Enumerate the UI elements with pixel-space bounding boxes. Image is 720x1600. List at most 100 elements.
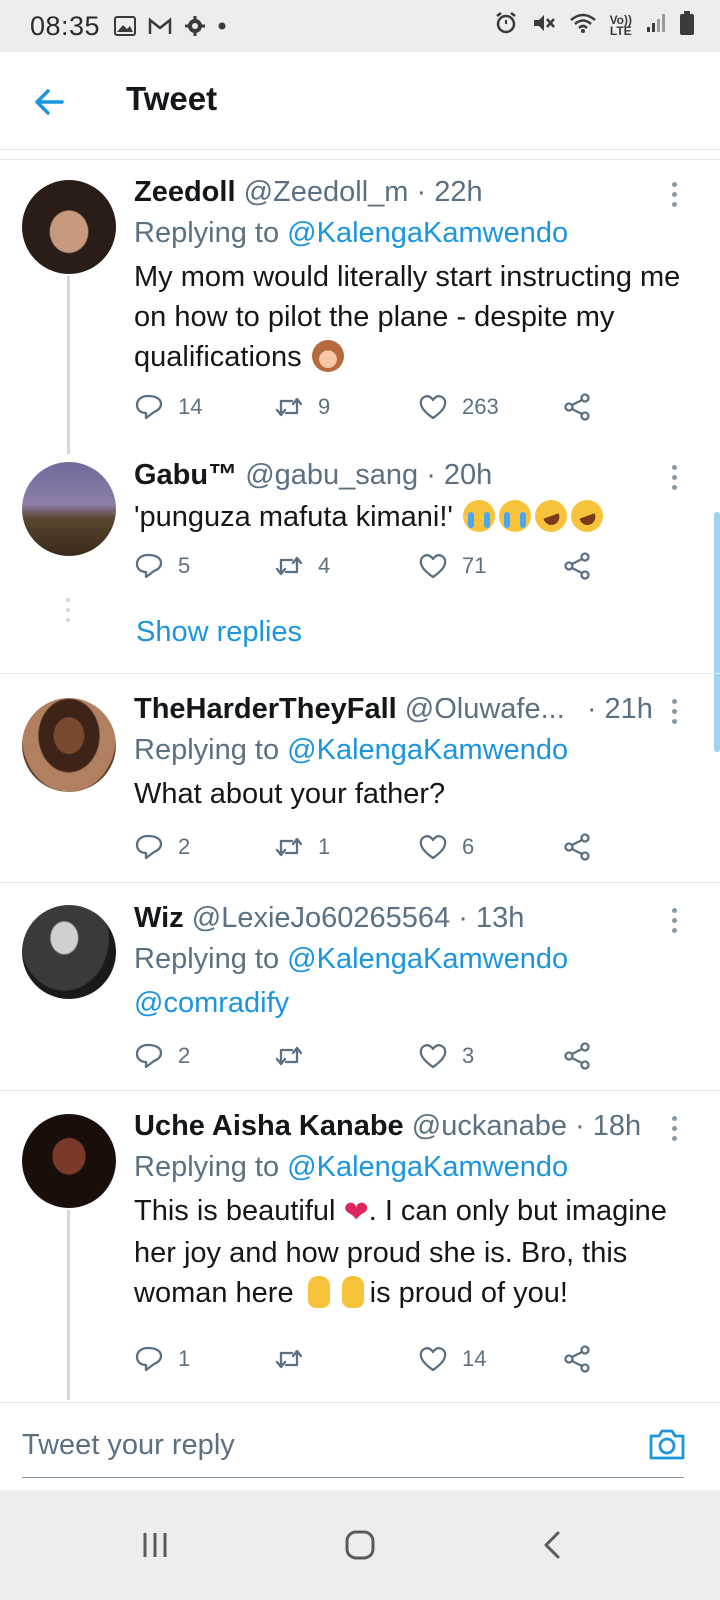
- avatar[interactable]: [22, 180, 116, 274]
- retweet-count: 9: [318, 394, 331, 419]
- like-count: 3: [462, 1043, 475, 1068]
- home-button[interactable]: [330, 1520, 390, 1570]
- like-button[interactable]: 263: [418, 390, 499, 424]
- pointing-down-hand-emoji-icon: [307, 1276, 330, 1308]
- share-icon: [564, 1042, 590, 1070]
- header: Tweet: [0, 52, 720, 150]
- display-name[interactable]: Gabu™: [134, 459, 237, 491]
- share-button[interactable]: [562, 1039, 592, 1073]
- back-arrow-icon[interactable]: [30, 82, 70, 122]
- gmail-icon: [148, 14, 172, 38]
- red-heart-emoji-icon: ❤: [343, 1196, 369, 1229]
- image-icon: [114, 14, 137, 38]
- loudly-crying-face-emoji-icon: [463, 500, 496, 532]
- retweet-icon: [275, 1349, 303, 1369]
- more-options-icon[interactable]: [672, 699, 682, 729]
- camera-icon[interactable]: [648, 1427, 686, 1461]
- settings-icon: [184, 14, 206, 38]
- tweet-actions: 1 14: [134, 1342, 614, 1376]
- retweet-icon: [275, 397, 303, 417]
- display-name[interactable]: TheHarderTheyFall: [134, 693, 397, 725]
- mute-icon: [532, 12, 556, 40]
- mention-link[interactable]: @KalengaKamwendo: [287, 1151, 568, 1183]
- show-replies-link[interactable]: Show replies: [136, 616, 302, 649]
- rolling-laughing-face-emoji-icon: [530, 495, 572, 537]
- like-button[interactable]: 6: [418, 830, 474, 864]
- more-options-icon[interactable]: [672, 465, 682, 495]
- mention-link[interactable]: @KalengaKamwendo: [287, 734, 568, 766]
- more-options-icon[interactable]: [672, 1116, 682, 1146]
- reply-composer[interactable]: Tweet your reply: [0, 1402, 720, 1486]
- home-icon: [345, 1530, 375, 1560]
- share-button[interactable]: [562, 830, 592, 864]
- tweet-header: TheHarderTheyFall @Oluwafe... · 21h: [134, 689, 680, 729]
- reply-input[interactable]: Tweet your reply: [22, 1429, 235, 1462]
- mention-link[interactable]: @comradify: [134, 987, 289, 1019]
- reply-count: 2: [178, 834, 191, 859]
- avatar[interactable]: [22, 698, 116, 792]
- display-name[interactable]: Wiz: [134, 902, 184, 934]
- divider: [0, 1090, 720, 1091]
- avatar[interactable]: [22, 1114, 116, 1208]
- handle-time: @Zeedoll_m · 22h: [243, 176, 483, 208]
- back-button[interactable]: [522, 1520, 582, 1570]
- tweet-text: My mom would literally start instructing…: [134, 261, 681, 373]
- tweet-text: @comradify: [134, 983, 694, 1023]
- system-nav-bar: [0, 1490, 720, 1600]
- scrollbar[interactable]: [714, 512, 720, 752]
- thread-line: [67, 276, 70, 454]
- share-button[interactable]: [562, 390, 592, 424]
- share-button[interactable]: [562, 1342, 592, 1376]
- like-count: 14: [462, 1346, 487, 1371]
- heart-icon: [419, 835, 447, 860]
- like-count: 71: [462, 553, 487, 578]
- avatar[interactable]: [22, 462, 116, 556]
- see-no-evil-monkey-emoji-icon: [311, 340, 344, 372]
- tweet-actions: 5 4 71: [134, 549, 614, 583]
- battery-icon: [680, 11, 694, 41]
- like-count: 263: [462, 394, 499, 419]
- mention-link[interactable]: @KalengaKamwendo: [287, 943, 568, 975]
- pointing-down-hand-emoji-icon: [341, 1276, 364, 1308]
- avatar[interactable]: [22, 905, 116, 999]
- retweet-button[interactable]: [274, 1039, 318, 1073]
- retweet-button[interactable]: 1: [274, 830, 330, 864]
- tweet-header: Wiz @LexieJo60265564 · 13h: [134, 898, 680, 938]
- share-icon: [564, 552, 590, 580]
- reply-button[interactable]: 14: [134, 390, 202, 424]
- mention-link[interactable]: @KalengaKamwendo: [287, 217, 568, 249]
- reply-button[interactable]: 5: [134, 549, 190, 583]
- reply-icon: [135, 834, 163, 860]
- back-chevron-icon: [544, 1531, 560, 1559]
- retweet-button[interactable]: 4: [274, 549, 330, 583]
- more-options-icon[interactable]: [672, 182, 682, 212]
- divider: [0, 882, 720, 883]
- divider: [0, 673, 720, 674]
- display-name[interactable]: Zeedoll: [134, 176, 236, 208]
- more-options-icon[interactable]: [672, 908, 682, 938]
- rolling-laughing-face-emoji-icon: [566, 495, 608, 537]
- like-button[interactable]: 3: [418, 1039, 474, 1073]
- reply-icon: [135, 394, 163, 420]
- reply-button[interactable]: 2: [134, 1039, 190, 1073]
- input-underline: [22, 1477, 684, 1478]
- share-icon: [564, 393, 590, 421]
- alarm-icon: [494, 11, 518, 41]
- reply-count: 5: [178, 553, 191, 578]
- tweet-header: Zeedoll @Zeedoll_m · 22h: [134, 172, 680, 212]
- like-button[interactable]: 14: [418, 1342, 486, 1376]
- reply-icon: [135, 1043, 163, 1069]
- share-button[interactable]: [562, 549, 592, 583]
- thread-line: [67, 1210, 70, 1400]
- loudly-crying-face-emoji-icon: [499, 500, 532, 532]
- share-icon: [564, 833, 590, 861]
- display-name[interactable]: Uche Aisha Kanabe: [134, 1110, 404, 1142]
- retweet-button[interactable]: 9: [274, 390, 330, 424]
- replying-to: Replying to @KalengaKamwendo: [134, 943, 569, 975]
- reply-button[interactable]: 2: [134, 830, 190, 864]
- reply-button[interactable]: 1: [134, 1342, 190, 1376]
- like-button[interactable]: 71: [418, 549, 486, 583]
- signal-icon: [646, 13, 666, 39]
- recents-button[interactable]: [125, 1520, 185, 1570]
- retweet-button[interactable]: [274, 1342, 318, 1376]
